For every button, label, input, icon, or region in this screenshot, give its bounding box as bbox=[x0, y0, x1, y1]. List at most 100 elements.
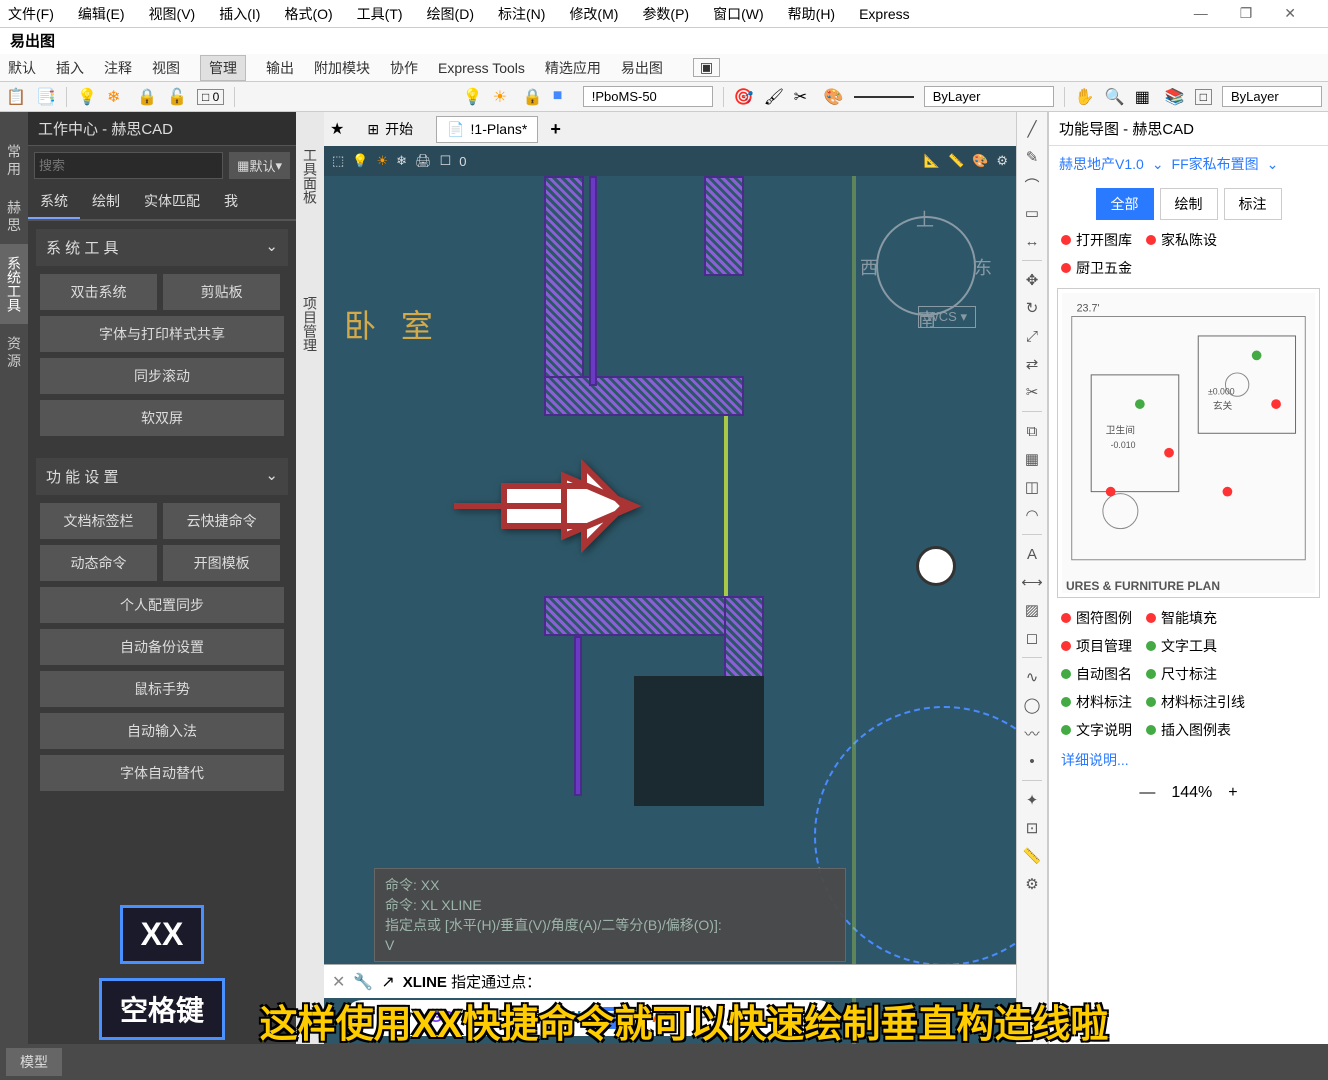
tool-measure-icon[interactable]: 📏 bbox=[1021, 845, 1043, 867]
zoom-out-button[interactable]: — bbox=[1139, 784, 1155, 802]
item-dim-label[interactable]: 尺寸标注 bbox=[1146, 664, 1217, 684]
bulb-icon[interactable]: 💡 bbox=[463, 87, 483, 107]
unlock-icon[interactable]: 🔓 bbox=[167, 87, 187, 107]
tool-arrow-icon[interactable]: ↔ bbox=[1021, 230, 1043, 252]
menu-edit[interactable]: 编辑(E) bbox=[78, 4, 125, 24]
menu-file[interactable]: 文件(F) bbox=[8, 4, 54, 24]
layers-icon[interactable]: 📑 bbox=[36, 87, 56, 107]
more-link[interactable]: 详细说明... bbox=[1049, 744, 1328, 776]
tool-text-icon[interactable]: A bbox=[1021, 543, 1043, 565]
bylayer-combo-1[interactable]: ByLayer bbox=[924, 86, 1054, 107]
status-tab-model[interactable]: 模型 bbox=[6, 1048, 62, 1076]
crumb-project[interactable]: 赫思地产V1.0 bbox=[1059, 154, 1144, 174]
tool-trim-icon[interactable]: ✂ bbox=[1021, 381, 1043, 403]
cursor-icon[interactable]: ⬚ bbox=[332, 153, 344, 169]
item-text-tool[interactable]: 文字工具 bbox=[1146, 636, 1217, 656]
item-text-note[interactable]: 文字说明 bbox=[1061, 720, 1132, 740]
section-systools-header[interactable]: 系 统 工 具⌄ bbox=[36, 229, 288, 266]
item-smartfill[interactable]: 智能填充 bbox=[1146, 608, 1217, 628]
search-input[interactable] bbox=[34, 152, 223, 179]
item-material-leader[interactable]: 材料标注引线 bbox=[1146, 692, 1245, 712]
btn-cloud-shortcut[interactable]: 云快捷命令 bbox=[163, 503, 280, 539]
tool-line-icon[interactable]: ╱ bbox=[1021, 118, 1043, 140]
drawing-canvas[interactable]: 卧 室 上 南 东 西 WCS ▾ bbox=[324, 176, 1016, 1052]
tool-icon[interactable]: ⚙ bbox=[996, 153, 1008, 169]
layer-combo[interactable]: !PboMS-50 bbox=[583, 86, 713, 107]
menu-help[interactable]: 帮助(H) bbox=[788, 4, 835, 24]
btn-sync-scroll[interactable]: 同步滚动 bbox=[40, 358, 284, 394]
color-icon[interactable]: ■ bbox=[553, 87, 573, 107]
btn-font-print-share[interactable]: 字体与打印样式共享 bbox=[40, 316, 284, 352]
lp-tab-me[interactable]: 我 bbox=[212, 185, 250, 219]
unit-box[interactable]: □ 0 bbox=[197, 89, 224, 105]
pan-icon[interactable]: ✋ bbox=[1075, 87, 1095, 107]
sun-icon[interactable]: ☀ bbox=[376, 153, 388, 169]
quick-cmd-kp[interactable]: KP bbox=[389, 1009, 411, 1027]
tool-icon[interactable]: 🎨 bbox=[972, 153, 988, 169]
tool-scale-icon[interactable]: ⤢ bbox=[1021, 325, 1043, 347]
ribbon-tab[interactable]: Express Tools bbox=[438, 60, 525, 76]
btn-font-autoreplace[interactable]: 字体自动替代 bbox=[40, 755, 284, 791]
restore-icon[interactable]: ❐ bbox=[1240, 5, 1253, 22]
lock2-icon[interactable]: 🔒 bbox=[523, 87, 543, 107]
quick-cmd-gs[interactable]: GS bbox=[430, 1009, 453, 1027]
ribbon-tab[interactable]: 协作 bbox=[390, 58, 418, 78]
ribbon-tab[interactable]: 插入 bbox=[56, 58, 84, 78]
tool-explode-icon[interactable]: ✦ bbox=[1021, 789, 1043, 811]
ribbon-tab[interactable]: 精选应用 bbox=[545, 58, 601, 78]
quick-cmd-dw[interactable]: DW bbox=[510, 1009, 537, 1027]
tool-pencil-icon[interactable]: ✎ bbox=[1021, 146, 1043, 168]
tool-curve-icon[interactable]: ∿ bbox=[1021, 666, 1043, 688]
freeze-icon[interactable]: ❄ bbox=[107, 87, 127, 107]
qc-menu-icon[interactable]: ❋ bbox=[358, 1008, 371, 1028]
tool-array-icon[interactable]: ▦ bbox=[1021, 448, 1043, 470]
doc-tab-start[interactable]: ⊞ 开始 bbox=[356, 114, 424, 144]
tool-spline-icon[interactable]: 〰 bbox=[1021, 722, 1043, 744]
close-icon[interactable]: ✕ bbox=[1284, 5, 1296, 22]
freeze-icon[interactable]: ❄ bbox=[396, 153, 407, 169]
menu-insert[interactable]: 插入(I) bbox=[219, 4, 260, 24]
tool-arc-icon[interactable]: ⌒ bbox=[1021, 174, 1043, 196]
quick-cmd-ip[interactable]: IP bbox=[693, 1009, 708, 1027]
item-furniture[interactable]: 家私陈设 bbox=[1146, 230, 1217, 250]
tool-rotate-icon[interactable]: ↻ bbox=[1021, 297, 1043, 319]
ribbon-tab[interactable]: 易出图 bbox=[621, 58, 663, 78]
qc-expand-icon[interactable]: ⌃ bbox=[809, 1008, 822, 1028]
plan-preview[interactable]: 23.7' 玄关 卫生间 ±0.000 -0.010 URES & FURNIT… bbox=[1057, 288, 1320, 598]
tool-offset-icon[interactable]: ◫ bbox=[1021, 476, 1043, 498]
paint-icon[interactable]: 🎨 bbox=[824, 87, 844, 107]
ribbon-tab-active[interactable]: 管理 bbox=[200, 55, 246, 81]
btn-personal-sync[interactable]: 个人配置同步 bbox=[40, 587, 284, 623]
cut-icon[interactable]: ✂ bbox=[794, 87, 814, 107]
expand-icon[interactable]: ↗ bbox=[381, 972, 394, 992]
menu-modify[interactable]: 修改(M) bbox=[569, 4, 618, 24]
grid-icon[interactable]: ▦ bbox=[1135, 87, 1155, 107]
filter-draw[interactable]: 绘制 bbox=[1160, 188, 1218, 220]
menu-window[interactable]: 窗口(W) bbox=[713, 4, 764, 24]
doc-tab-plans[interactable]: 📄 !1-Plans* bbox=[436, 116, 538, 143]
item-insert-legend[interactable]: 插入图例表 bbox=[1146, 720, 1231, 740]
quick-cmd-ar[interactable]: AR bbox=[652, 1009, 675, 1027]
bulb-on-icon[interactable]: 💡 bbox=[77, 87, 97, 107]
tool-icon[interactable]: 📏 bbox=[948, 153, 964, 169]
section-funcsettings-header[interactable]: 功 能 设 置⌄ bbox=[36, 458, 288, 495]
side-tab-hesi[interactable]: 赫 思 bbox=[0, 188, 28, 244]
side-tab-resource[interactable]: 资 源 bbox=[0, 324, 28, 380]
tool-copy-icon[interactable]: ⧉ bbox=[1021, 420, 1043, 442]
menu-dim[interactable]: 标注(N) bbox=[498, 4, 545, 24]
ribbon-tab[interactable]: 默认 bbox=[8, 58, 36, 78]
tool-dim-icon[interactable]: ⟷ bbox=[1021, 571, 1043, 593]
item-auto-name[interactable]: 自动图名 bbox=[1061, 664, 1132, 684]
item-legend[interactable]: 图符图例 bbox=[1061, 608, 1132, 628]
filter-dim[interactable]: 标注 bbox=[1224, 188, 1282, 220]
sun-icon[interactable]: ☀ bbox=[493, 87, 513, 107]
quick-cmd-pw[interactable]: PW bbox=[555, 1009, 581, 1027]
tool-ellipse-icon[interactable]: ◯ bbox=[1021, 694, 1043, 716]
btn-clipboard[interactable]: 剪贴板 bbox=[163, 274, 280, 310]
filter-all[interactable]: 全部 bbox=[1096, 188, 1154, 220]
item-open-library[interactable]: 打开图库 bbox=[1061, 230, 1132, 250]
brush-icon[interactable]: 🖌 bbox=[764, 87, 784, 107]
tool-fillet-icon[interactable]: ◠ bbox=[1021, 504, 1043, 526]
layer-manager-icon[interactable]: 📋 bbox=[6, 87, 26, 107]
tool-hatch-icon[interactable]: ▨ bbox=[1021, 599, 1043, 621]
